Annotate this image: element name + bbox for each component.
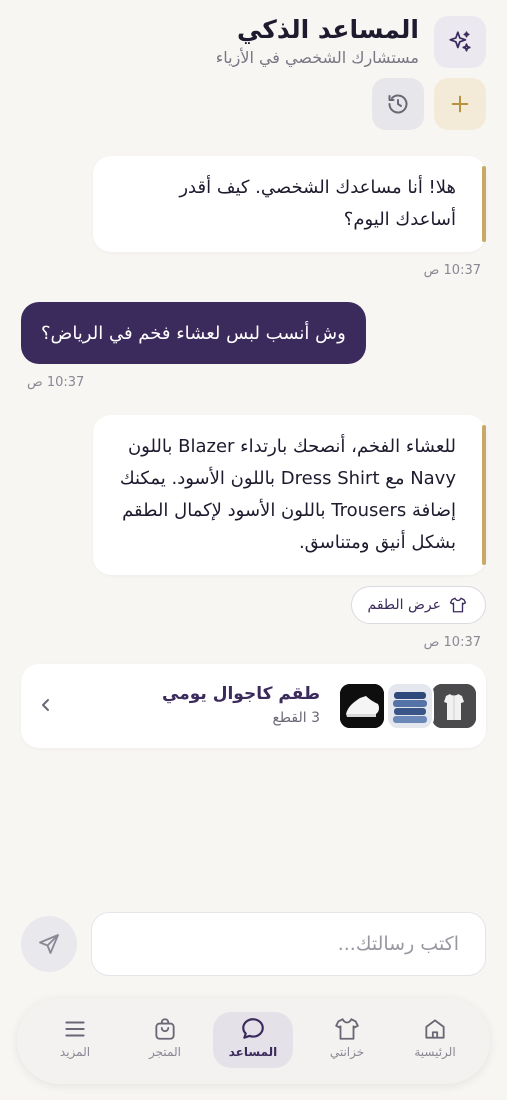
outfit-name: طقم كاجوال يومي xyxy=(162,684,320,704)
nav-label: الرئيسية xyxy=(414,1045,456,1059)
chat-icon xyxy=(242,1018,264,1039)
message-text-line: Navy مع Dress Shirt باللون الأسود. يمكنك xyxy=(119,468,456,489)
send-icon xyxy=(39,934,59,954)
nav-item-more[interactable]: المزيد xyxy=(35,1012,115,1068)
outfit-item-thumbnail xyxy=(430,682,478,730)
shirt-icon xyxy=(449,597,467,613)
nav-label: خزانتي xyxy=(329,1045,365,1059)
assistant-message: للعشاء الفخم، أنصحك بارتداء Blazer باللو… xyxy=(93,415,486,575)
nav-label: المساعد xyxy=(228,1045,278,1059)
message-text-line: أساعدك اليوم؟ xyxy=(343,209,456,230)
nav-item-assistant[interactable]: المساعد xyxy=(213,1012,293,1068)
assistant-message: هلا! أنا مساعدك الشخصي. كيف أقدر أساعدك … xyxy=(93,156,486,252)
page-title: المساعد الذكي xyxy=(237,15,419,44)
outfit-thumbnails xyxy=(338,682,478,730)
bottom-navigation: الرئيسية خزانتي المساعد المتجر المزيد xyxy=(17,998,490,1084)
shirt-icon xyxy=(335,1018,359,1040)
nav-item-wardrobe[interactable]: خزانتي xyxy=(307,1012,387,1068)
message-time: 10:37 ص xyxy=(423,635,481,650)
send-button[interactable] xyxy=(21,916,77,972)
message-text: وش أنسب لبس لعشاء فخم في الرياض؟ xyxy=(41,322,346,344)
nav-label: المزيد xyxy=(59,1045,91,1059)
plus-icon xyxy=(451,95,469,113)
message-text-line: بشكل أنيق ومتناسق. xyxy=(298,532,456,553)
nav-label: المتجر xyxy=(149,1045,181,1059)
outfit-item-count: 3 القطع xyxy=(272,710,320,726)
header: المساعد الذكي مستشارك الشخصي في الأزياء xyxy=(0,0,507,140)
new-chat-button[interactable] xyxy=(434,78,486,130)
outfit-item-thumbnail xyxy=(386,682,434,730)
message-text-line: هلا! أنا مساعدك الشخصي. كيف أقدر xyxy=(179,177,456,198)
assistant-sparkle-button[interactable] xyxy=(434,16,486,68)
message-text-line: للعشاء الفخم، أنصحك بارتداء Blazer باللو… xyxy=(127,436,456,457)
message-input[interactable] xyxy=(91,912,486,976)
page-subtitle: مستشارك الشخصي في الأزياء xyxy=(215,48,419,67)
message-time: 10:37 ص xyxy=(423,263,481,278)
view-outfit-label: عرض الطقم xyxy=(367,597,442,613)
title-block: المساعد الذكي مستشارك الشخصي في الأزياء xyxy=(216,14,419,69)
history-button[interactable] xyxy=(372,78,424,130)
menu-icon xyxy=(65,1021,85,1037)
view-outfit-button[interactable]: عرض الطقم xyxy=(350,586,486,624)
home-icon xyxy=(425,1019,445,1039)
shirt-photo-icon xyxy=(432,684,476,728)
outfit-item-thumbnail xyxy=(338,682,386,730)
nav-item-home[interactable]: الرئيسية xyxy=(395,1012,475,1068)
message-time: 10:37 ص xyxy=(27,375,85,390)
sparkles-icon xyxy=(449,31,471,52)
sneaker-photo-icon xyxy=(340,684,384,728)
message-text-line: إضافة Trousers باللون الأسود لإكمال الطق… xyxy=(122,500,456,521)
jeans-photo-icon xyxy=(388,684,432,728)
outfit-card[interactable]: طقم كاجوال يومي 3 القطع xyxy=(21,664,486,748)
bag-icon xyxy=(155,1018,175,1040)
nav-item-store[interactable]: المتجر xyxy=(125,1012,205,1068)
user-message: وش أنسب لبس لعشاء فخم في الرياض؟ xyxy=(21,302,366,364)
chevron-left-icon xyxy=(42,699,49,711)
history-icon xyxy=(388,94,408,114)
